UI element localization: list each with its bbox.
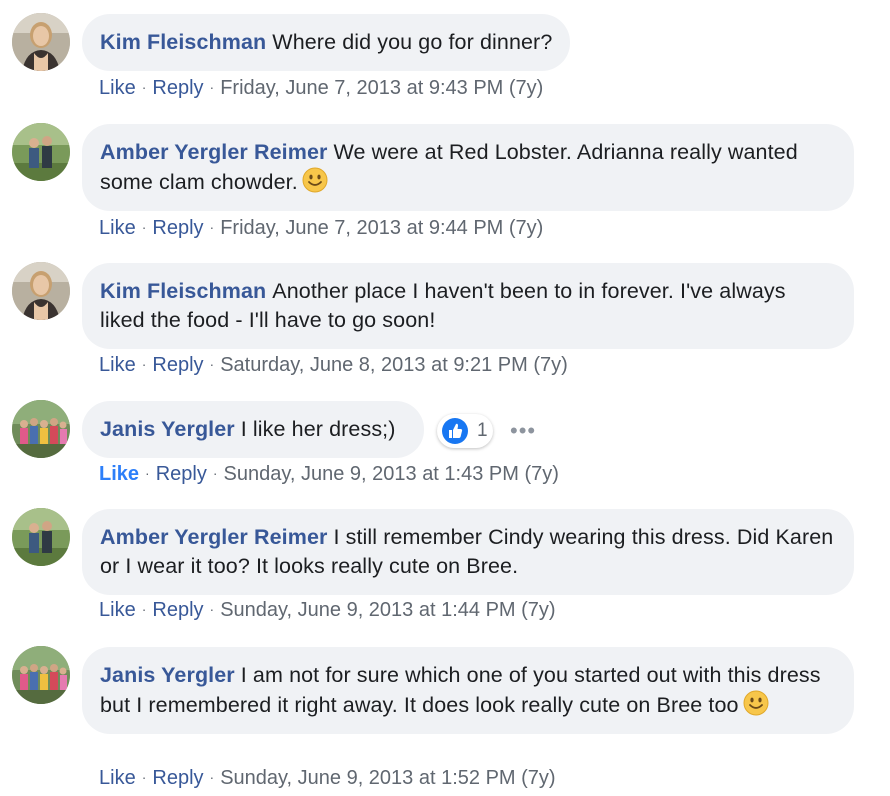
- comment-author[interactable]: Kim Fleischman: [100, 279, 266, 303]
- reply-link[interactable]: Reply: [152, 767, 203, 789]
- separator-dot: ·: [141, 769, 147, 785]
- reply-link[interactable]: Reply: [152, 354, 203, 376]
- more-options-icon[interactable]: •••: [510, 420, 536, 442]
- separator-dot: ·: [212, 465, 218, 481]
- comment-author[interactable]: Amber Yergler Reimer: [100, 140, 327, 164]
- avatar[interactable]: [12, 123, 70, 181]
- comment-actions: Like · Reply · Friday, June 7, 2013 at 9:43 …: [99, 75, 543, 100]
- like-link[interactable]: Like: [99, 767, 136, 789]
- like-link[interactable]: Like: [99, 354, 136, 376]
- comment-timestamp[interactable]: Saturday, June 8, 2013 at 9:21 PM (7y): [220, 354, 568, 376]
- comment-bubble: Amber Yergler Reimer We were at Red Lobst…: [82, 124, 854, 211]
- like-link[interactable]: Like: [99, 599, 136, 621]
- like-link[interactable]: Like: [99, 463, 139, 485]
- reply-link[interactable]: Reply: [152, 77, 203, 99]
- comment-actions: Like · Reply · Sunday, June 9, 2013 at 1:44 …: [99, 597, 556, 622]
- separator-dot: ·: [209, 356, 215, 372]
- comment-author[interactable]: Amber Yergler Reimer: [100, 525, 327, 549]
- separator-dot: ·: [141, 79, 147, 95]
- comment-bubble: Amber Yergler Reimer I still remember Cin…: [82, 509, 854, 595]
- reply-link[interactable]: Reply: [156, 463, 207, 485]
- thumbs-up-reaction-icon: [442, 418, 468, 444]
- avatar[interactable]: [12, 400, 70, 458]
- outdoor-couple-avatar-icon: [12, 123, 70, 181]
- reply-link[interactable]: Reply: [152, 599, 203, 621]
- comment-bubble: Kim Fleischman Another place I haven't be…: [82, 263, 854, 349]
- comment-bubble: Janis Yergler I am not for sure which one…: [82, 647, 854, 734]
- comment-timestamp[interactable]: Sunday, June 9, 2013 at 1:44 PM (7y): [220, 599, 555, 621]
- reaction-badge[interactable]: 1: [437, 414, 493, 448]
- avatar[interactable]: [12, 13, 70, 71]
- reply-link[interactable]: Reply: [152, 217, 203, 239]
- comment-author[interactable]: Janis Yergler: [100, 417, 235, 441]
- comment-timestamp[interactable]: Sunday, June 9, 2013 at 1:43 PM (7y): [224, 463, 559, 485]
- avatar[interactable]: [12, 508, 70, 566]
- woman-portrait-avatar-icon: [12, 13, 70, 71]
- separator-dot: ·: [145, 465, 150, 481]
- comment-text: Where did you go for dinner?: [272, 30, 553, 54]
- separator-dot: ·: [209, 219, 215, 235]
- comment-timestamp[interactable]: Friday, June 7, 2013 at 9:44 PM (7y): [220, 217, 543, 239]
- comment-bubble: Janis Yergler I like her dress;): [82, 401, 424, 458]
- comment-timestamp[interactable]: Sunday, June 9, 2013 at 1:52 PM (7y): [220, 767, 555, 789]
- comment-actions: Like · Reply · Friday, June 7, 2013 at 9:44 …: [99, 215, 543, 240]
- separator-dot: ·: [141, 219, 147, 235]
- comment-actions: Like · Reply · Sunday, June 9, 2013 at 1:52 …: [99, 765, 556, 790]
- avatar[interactable]: [12, 262, 70, 320]
- avatar[interactable]: [12, 646, 70, 704]
- reaction-count: 1: [477, 420, 488, 441]
- comment-author[interactable]: Kim Fleischman: [100, 30, 266, 54]
- separator-dot: ·: [209, 769, 215, 785]
- outdoor-couple-avatar-icon: [12, 508, 70, 566]
- comment-bubble: Kim Fleischman Where did you go for dinne…: [82, 14, 571, 71]
- comment-text: I like her dress;): [240, 417, 396, 441]
- comment-actions: Like · Reply · Sunday, June 9, 2013 at 1:43 …: [99, 461, 559, 486]
- smiley-emoji-icon: [302, 167, 328, 193]
- separator-dot: ·: [209, 79, 215, 95]
- comment-author[interactable]: Janis Yergler: [100, 663, 235, 687]
- comment-timestamp[interactable]: Friday, June 7, 2013 at 9:43 PM (7y): [220, 77, 543, 99]
- comment-actions: Like · Reply · Saturday, June 8, 2013 at 9:2…: [99, 352, 568, 377]
- separator-dot: ·: [141, 356, 147, 372]
- family-group-avatar-icon: [12, 400, 70, 458]
- like-link[interactable]: Like: [99, 77, 136, 99]
- like-link[interactable]: Like: [99, 217, 136, 239]
- family-group-avatar-icon: [12, 646, 70, 704]
- separator-dot: ·: [141, 601, 147, 617]
- separator-dot: ·: [209, 601, 215, 617]
- smiley-emoji-icon: [743, 690, 769, 716]
- woman-portrait-avatar-icon: [12, 262, 70, 320]
